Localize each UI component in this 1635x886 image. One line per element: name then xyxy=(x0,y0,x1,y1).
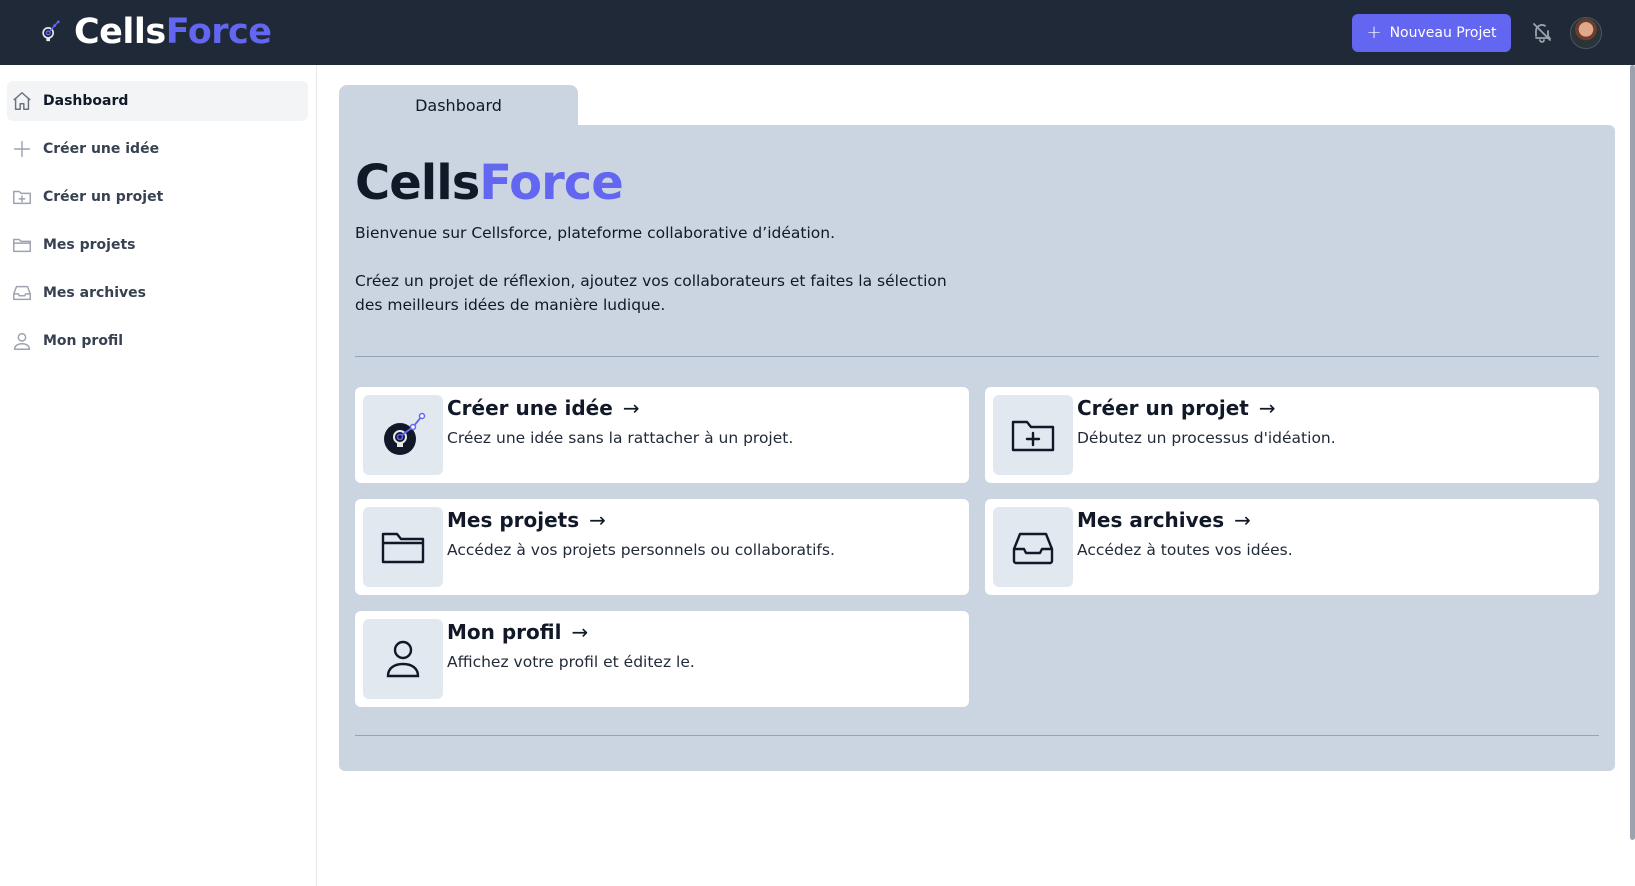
intro-paragraph: Créez un projet de réflexion, ajoutez vo… xyxy=(355,272,947,314)
card-create-idea[interactable]: Créer une idée → Créez une idée sans la r… xyxy=(355,387,969,483)
card-title-text: Mon profil xyxy=(447,620,562,644)
folder-plus-icon xyxy=(993,395,1073,475)
arrow-right-icon: → xyxy=(571,620,589,644)
bell-slash-icon[interactable] xyxy=(1530,20,1554,44)
brand[interactable]: CellsForce xyxy=(36,10,272,54)
top-navbar: CellsForce + Nouveau Projet xyxy=(0,0,1635,65)
card-title-text: Mes projets xyxy=(447,508,580,532)
divider xyxy=(355,735,1599,736)
divider xyxy=(355,356,1599,357)
plus-icon: + xyxy=(1366,22,1382,43)
card-description: Débutez un processus d'idéation. xyxy=(1077,429,1336,447)
tab-dashboard[interactable]: Dashboard xyxy=(339,85,578,125)
arrow-right-icon: → xyxy=(622,396,640,420)
brand-cells: Cells xyxy=(74,12,166,52)
arrow-right-icon: → xyxy=(589,508,606,532)
lightbulb-logo-icon xyxy=(36,12,64,52)
card-description: Accédez à vos projets personnels ou coll… xyxy=(447,541,835,559)
dashboard-panel: CellsForce Bienvenue sur Cellsforce, pla… xyxy=(339,125,1615,771)
intro-text: Bienvenue sur Cellsforce, plateforme col… xyxy=(355,221,955,317)
sidebar-item-my-projects[interactable]: Mes projets xyxy=(7,225,308,265)
folder-icon xyxy=(13,238,31,253)
sidebar-item-create-project[interactable]: Créer un projet xyxy=(7,177,308,217)
arrow-right-icon: → xyxy=(1258,396,1276,420)
inbox-icon xyxy=(993,507,1073,587)
sidebar-item-create-idea[interactable]: Créer une idée xyxy=(7,129,308,169)
card-my-profile[interactable]: Mon profil → Affichez votre profil et édi… xyxy=(355,611,969,707)
brand-name: CellsForce xyxy=(74,10,272,54)
sidebar-item-my-archives[interactable]: Mes archives xyxy=(7,273,308,313)
card-description: Affichez votre profil et éditez le. xyxy=(447,653,695,671)
sidebar-item-label: Mes archives xyxy=(43,285,147,301)
title-force: Force xyxy=(479,155,623,211)
sidebar-item-label: Mon profil xyxy=(43,333,124,349)
tab-label: Dashboard xyxy=(415,95,502,115)
scrollbar[interactable] xyxy=(1630,65,1635,840)
lightbulb-icon xyxy=(363,395,443,475)
card-title-text: Mes archives xyxy=(1077,508,1225,532)
brand-force: Force xyxy=(165,12,272,52)
sidebar-item-label: Dashboard xyxy=(43,93,129,109)
card-my-projects[interactable]: Mes projets → Accédez à vos projets perso… xyxy=(355,499,969,595)
card-my-archives[interactable]: Mes archives → Accédez à toutes vos idées… xyxy=(985,499,1599,595)
card-create-project[interactable]: Créer un projet → Débutez un processus d'… xyxy=(985,387,1599,483)
plus-icon xyxy=(13,140,31,158)
home-icon xyxy=(13,92,31,110)
sidebar-item-label: Mes projets xyxy=(43,237,136,253)
card-title: Mes archives → xyxy=(1077,508,1251,532)
inbox-icon xyxy=(13,285,31,301)
folder-plus-icon xyxy=(13,190,31,205)
card-title: Créer une idée → xyxy=(447,396,640,420)
card-description: Accédez à toutes vos idées. xyxy=(1077,541,1293,559)
sidebar-item-my-profile[interactable]: Mon profil xyxy=(7,321,308,361)
folder-icon xyxy=(363,507,443,587)
sidebar-item-label: Créer une idée xyxy=(43,141,160,157)
sidebar: Dashboard Créer une idée Créer un projet… xyxy=(0,65,317,886)
new-project-label: Nouveau Projet xyxy=(1389,25,1497,41)
avatar[interactable] xyxy=(1570,17,1602,49)
user-icon xyxy=(363,619,443,699)
arrow-right-icon: → xyxy=(1234,508,1251,532)
sidebar-item-dashboard[interactable]: Dashboard xyxy=(7,81,308,121)
card-title: Créer un projet → xyxy=(1077,396,1276,420)
page-title: CellsForce xyxy=(355,153,624,213)
user-icon xyxy=(13,332,31,350)
sidebar-item-label: Créer un projet xyxy=(43,189,164,205)
card-title: Mon profil → xyxy=(447,620,588,644)
card-description: Créez une idée sans la rattacher à un pr… xyxy=(447,429,794,447)
intro-paragraph: Bienvenue sur Cellsforce, plateforme col… xyxy=(355,224,836,242)
new-project-button[interactable]: + Nouveau Projet xyxy=(1352,14,1511,52)
card-title: Mes projets → xyxy=(447,508,606,532)
title-cells: Cells xyxy=(355,155,480,211)
card-title-text: Créer un projet xyxy=(1077,396,1249,420)
card-title-text: Créer une idée xyxy=(447,396,613,420)
